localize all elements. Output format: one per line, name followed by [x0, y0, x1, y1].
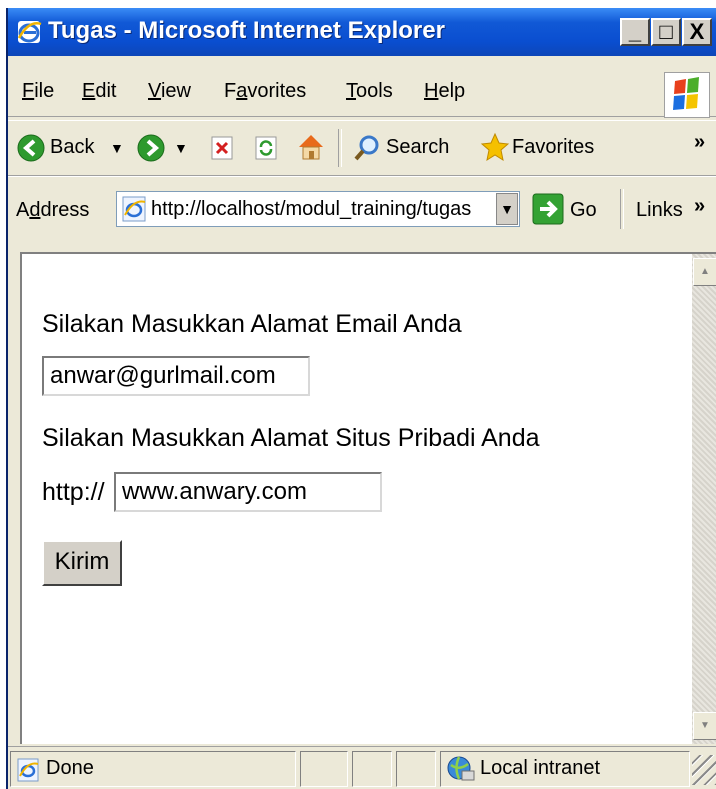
- address-label-prefix: A: [16, 199, 30, 221]
- email-field[interactable]: anwar@gurlmail.com: [42, 356, 310, 396]
- menu-view-accel: V: [148, 80, 161, 102]
- refresh-icon[interactable]: [254, 135, 278, 161]
- links-overflow-chevron[interactable]: »: [694, 195, 705, 218]
- address-bar: Address http://localhost/modul_training/…: [8, 176, 716, 243]
- address-label-accel: d: [29, 199, 41, 221]
- address-dropdown-button[interactable]: ▼: [496, 193, 518, 225]
- minimize-button[interactable]: _: [620, 18, 650, 46]
- go-button[interactable]: Go: [570, 199, 597, 222]
- submit-button[interactable]: Kirim: [42, 540, 122, 586]
- status-pane-2: [300, 751, 348, 787]
- search-button[interactable]: Search: [386, 136, 449, 159]
- resize-grip[interactable]: [692, 755, 716, 785]
- menu-file[interactable]: File: [22, 80, 54, 103]
- menu-favorites-label: vorites: [247, 80, 307, 102]
- vertical-scrollbar[interactable]: ▲ ▼: [692, 252, 716, 744]
- address-label-rest: dress: [40, 199, 90, 221]
- menu-tools-accel: T: [346, 80, 356, 102]
- back-dropdown-icon[interactable]: ▼: [110, 140, 124, 156]
- email-prompt: Silakan Masukkan Alamat Email Anda: [42, 310, 462, 338]
- forward-arrow-icon[interactable]: [136, 133, 166, 163]
- menu-file-label: ile: [34, 80, 55, 102]
- menu-favorites-accel: a: [236, 80, 248, 102]
- back-button[interactable]: Back: [50, 136, 94, 159]
- maximize-button[interactable]: □: [651, 18, 681, 46]
- menu-help-label: elp: [438, 80, 466, 102]
- menu-edit-accel: E: [82, 80, 96, 102]
- menu-tools[interactable]: Tools: [346, 80, 393, 103]
- forward-dropdown-icon[interactable]: ▼: [174, 140, 188, 156]
- page-content: Silakan Masukkan Alamat Email Anda anwar…: [20, 252, 694, 744]
- menu-file-accel: F: [22, 80, 35, 102]
- menu-help-accel: H: [424, 80, 439, 102]
- scroll-up-button[interactable]: ▲: [693, 258, 716, 286]
- toolbar-overflow-chevron[interactable]: »: [694, 131, 705, 154]
- zone-label: Local intranet: [480, 757, 601, 779]
- links-button[interactable]: Links: [636, 199, 683, 222]
- menu-help[interactable]: Help: [424, 80, 465, 103]
- status-text: Done: [46, 757, 94, 779]
- favorites-button[interactable]: Favorites: [512, 136, 594, 159]
- page-ie-icon: [122, 196, 146, 222]
- status-pane-4: [396, 751, 436, 787]
- address-label: Address: [16, 199, 89, 222]
- home-icon[interactable]: [296, 131, 326, 163]
- toolbar-separator: [338, 129, 342, 167]
- ie-logo-icon: [17, 21, 42, 43]
- page-done-icon: [17, 758, 39, 782]
- menu-tools-label: ools: [356, 80, 393, 102]
- menu-favorites[interactable]: Favorites: [224, 80, 306, 103]
- status-bar: Done Local intranet: [8, 746, 716, 789]
- menu-favorites-prefix: F: [224, 80, 237, 102]
- title-bar[interactable]: Tugas - Microsoft Internet Explorer _ □ …: [8, 8, 716, 56]
- address-url: http://localhost/modul_training/tugas: [151, 198, 472, 220]
- site-prompt: Silakan Masukkan Alamat Situs Pribadi An…: [42, 424, 540, 452]
- favorites-star-icon[interactable]: [480, 132, 510, 162]
- local-intranet-icon: [447, 756, 475, 781]
- address-input[interactable]: http://localhost/modul_training/tugas ▼: [116, 191, 520, 227]
- back-arrow-icon[interactable]: [16, 133, 46, 163]
- go-arrow-icon[interactable]: [532, 193, 564, 225]
- url-prefix-label: http://: [42, 478, 105, 506]
- browser-window: Tugas - Microsoft Internet Explorer _ □ …: [6, 8, 716, 789]
- website-field[interactable]: www.anwary.com: [114, 472, 382, 512]
- search-icon[interactable]: [352, 133, 382, 163]
- window-title: Tugas - Microsoft Internet Explorer: [48, 17, 445, 44]
- close-button[interactable]: X: [682, 18, 712, 46]
- standard-toolbar: Back ▼ ▼ Search Favorites »: [8, 120, 716, 176]
- menu-edit-label: dit: [95, 80, 117, 102]
- menu-bar: File Edit View Favorites Tools Help: [8, 68, 716, 117]
- stop-icon[interactable]: [210, 135, 234, 161]
- status-pane-3: [352, 751, 392, 787]
- menu-view[interactable]: View: [148, 80, 191, 103]
- address-separator: [620, 189, 624, 229]
- windows-flag-icon: [664, 72, 710, 118]
- scroll-down-button[interactable]: ▼: [693, 712, 716, 740]
- menu-view-label: iew: [160, 80, 191, 102]
- menu-edit[interactable]: Edit: [82, 80, 116, 103]
